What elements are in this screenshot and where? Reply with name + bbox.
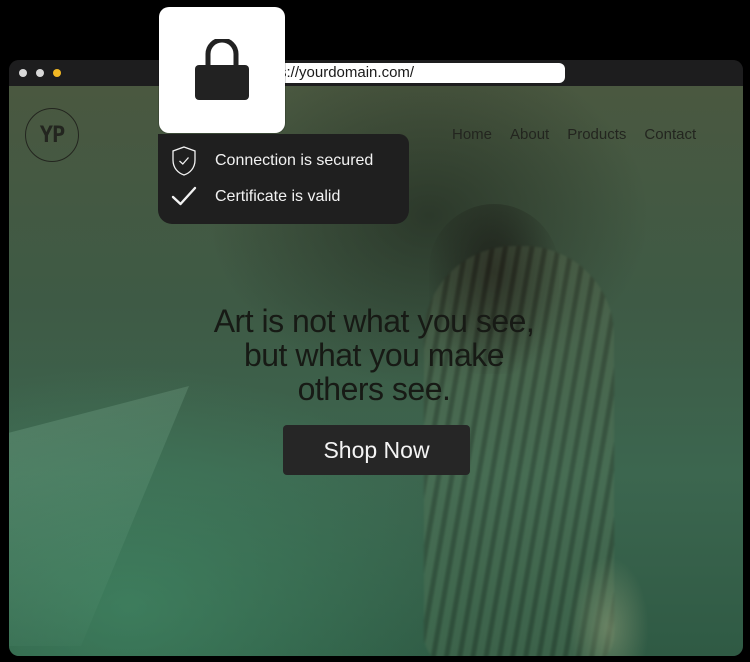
address-bar[interactable]: https://yourdomain.com/	[249, 63, 565, 83]
hero-line-3: others see.	[297, 371, 451, 407]
connection-status-text: Connection is secured	[215, 152, 374, 169]
shield-check-icon	[172, 146, 196, 176]
site-nav: Home About Products Contact	[452, 126, 696, 143]
hero-heading: Art is not what you see, but what you ma…	[149, 304, 599, 406]
background-plant	[569, 556, 649, 656]
shop-now-button[interactable]: Shop Now	[283, 425, 470, 475]
nav-contact[interactable]: Contact	[644, 126, 696, 143]
site-logo[interactable]: YP	[25, 108, 79, 162]
nav-about[interactable]: About	[510, 126, 549, 143]
hero-line-2: but what you make	[243, 337, 505, 373]
nav-home[interactable]: Home	[452, 126, 492, 143]
browser-titlebar: https://yourdomain.com/	[9, 60, 743, 86]
check-icon	[171, 186, 197, 206]
connection-status-row: Connection is secured	[158, 144, 409, 178]
nav-products[interactable]: Products	[567, 126, 626, 143]
hero-line-1: Art is not what you see,	[213, 303, 535, 339]
background-light-shape	[9, 386, 189, 646]
window-close-dot[interactable]	[19, 69, 27, 77]
lock-icon	[195, 39, 249, 100]
window-maximize-dot[interactable]	[53, 69, 61, 77]
site-security-button[interactable]	[159, 7, 285, 133]
security-popup: Connection is secured Certificate is val…	[158, 134, 409, 224]
certificate-status-row: Certificate is valid	[158, 180, 409, 214]
window-minimize-dot[interactable]	[36, 69, 44, 77]
certificate-status-text: Certificate is valid	[215, 188, 341, 205]
